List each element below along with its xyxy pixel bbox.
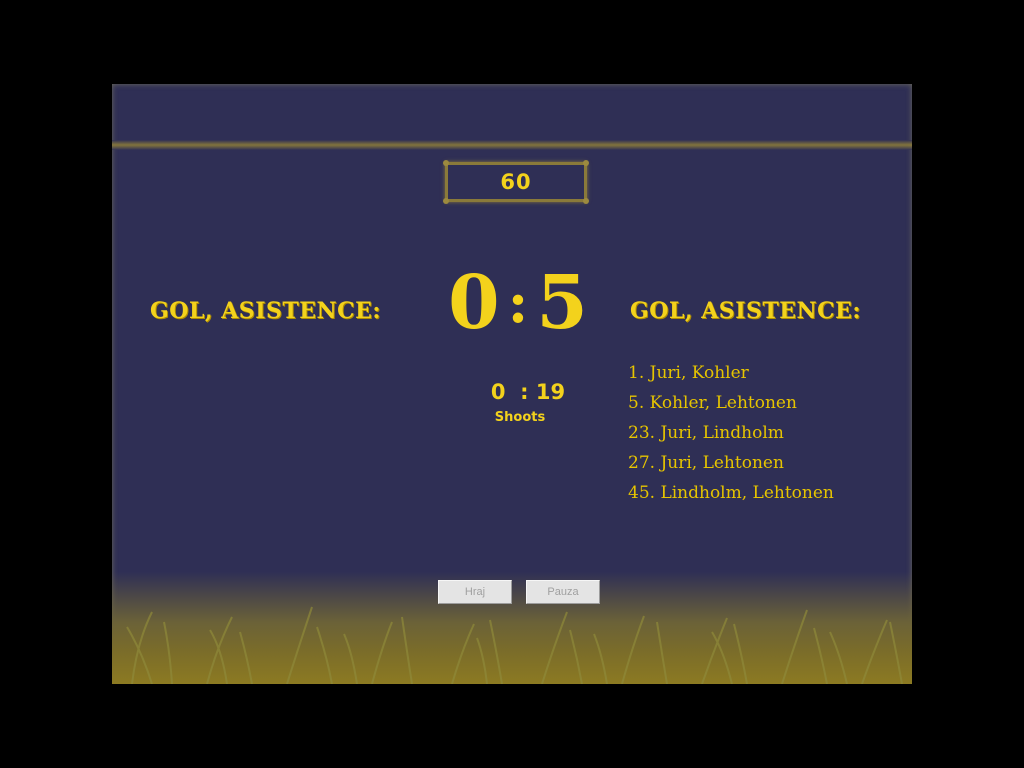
goal-entry: 1. Juri, Kohler [628,363,749,383]
timer-box-corner [583,198,589,204]
grass-blades [126,606,903,684]
goal-entry: 45. Lindholm, Lehtonen [628,483,834,503]
shots-count: 0 : 19 [490,380,566,404]
top-rail [112,140,912,150]
score-separator: : [507,270,529,336]
timer-box-corner [443,160,449,166]
away-goals-list: 1. Juri, Kohler 5. Kohler, Lehtonen 23. … [628,358,834,508]
goal-entry: 5. Kohler, Lehtonen [628,393,797,413]
timer-box-corner [583,160,589,166]
goal-entry: 27. Juri, Lehtonen [628,453,784,473]
timer-box: 60 [443,160,589,204]
goal-entry: 23. Juri, Lindholm [628,423,784,443]
home-score: 0 [448,260,500,346]
game-board: 60 GOL, ASISTENCE: 0 : 5 GOL, ASISTENCE:… [112,84,912,684]
play-button[interactable]: Hraj [438,580,512,604]
grass-background [112,572,912,684]
away-goals-heading: GOL, ASISTENCE: [630,298,862,324]
home-goals-heading: GOL, ASISTENCE: [150,298,382,324]
timer-value: 60 [500,170,532,194]
pause-button[interactable]: Pauza [526,580,600,604]
timer-box-corner [443,198,449,204]
away-score: 5 [536,260,588,346]
scoreboard: 0 : 5 [438,266,598,340]
shots-label: Shoots [494,410,546,425]
